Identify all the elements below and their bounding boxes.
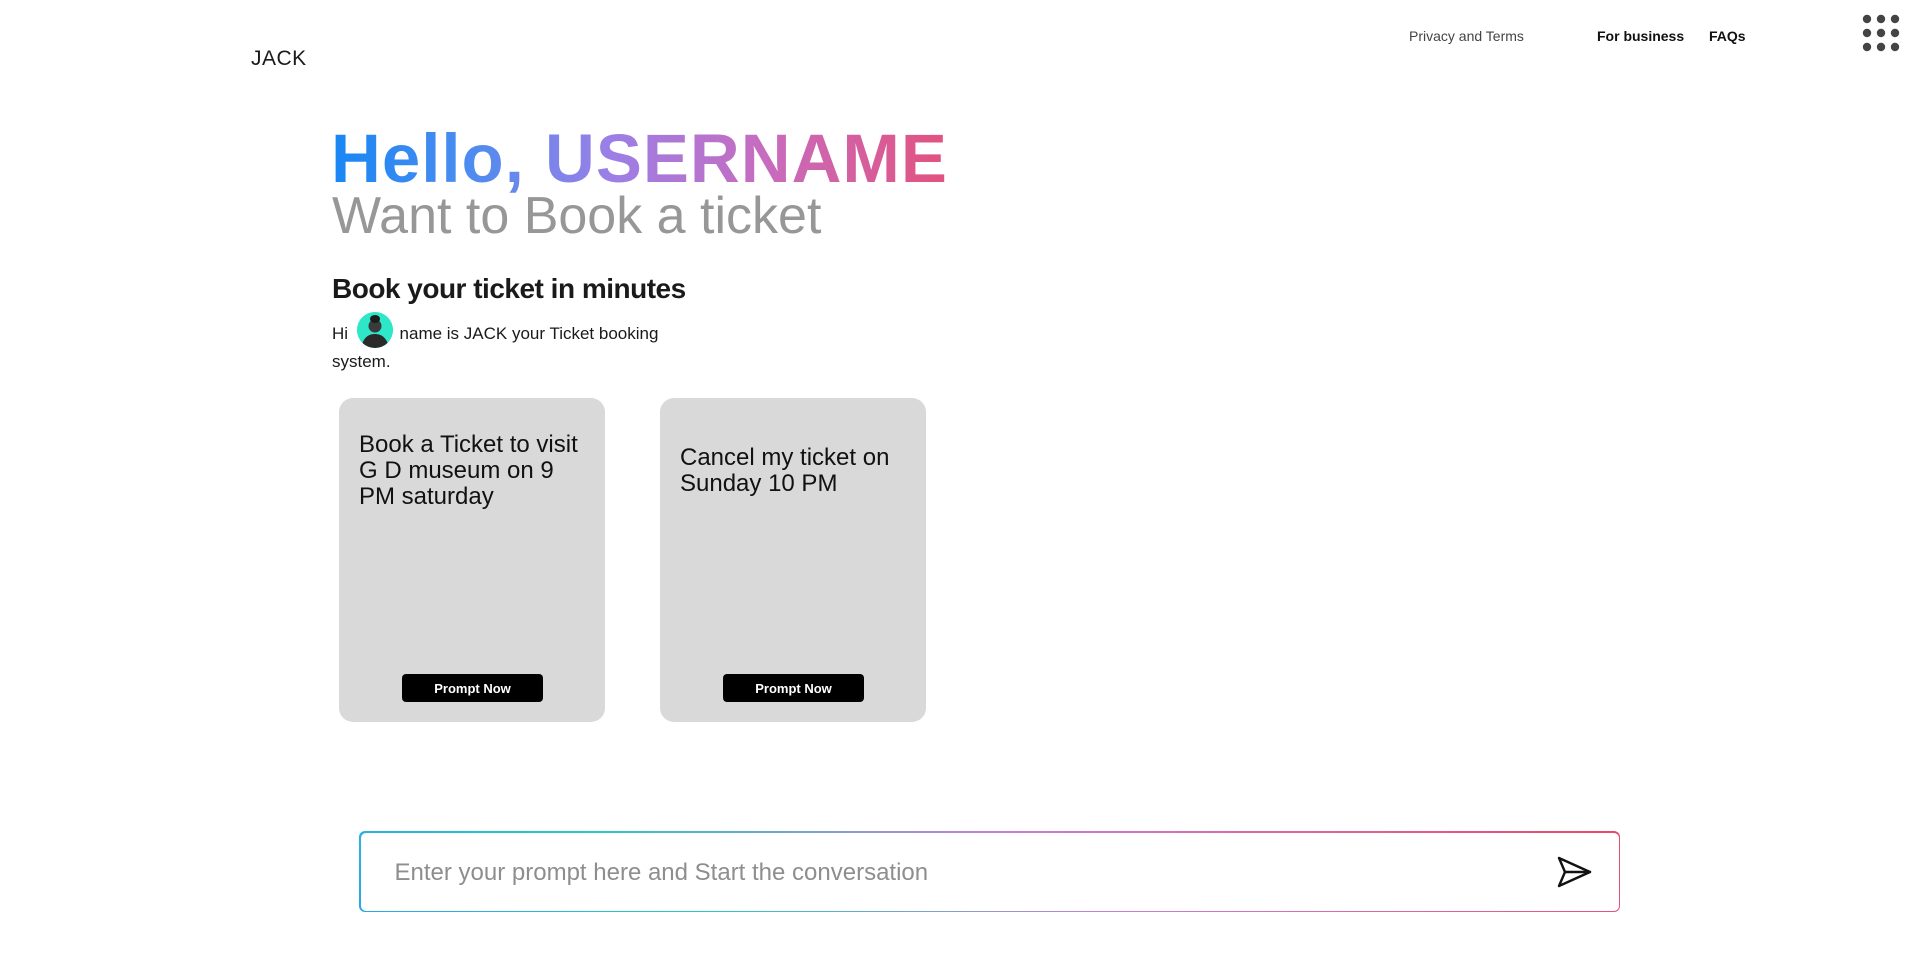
suggestion-card-2[interactable]: Cancel my ticket on Sunday 10 PM Prompt … (660, 398, 926, 722)
suggestion-card-text: Book a Ticket to visit G D museum on 9 P… (359, 431, 578, 510)
prompt-bar (359, 831, 1620, 913)
intro-text: Hi name is JACK your Ticket booking syst… (332, 311, 672, 375)
grid-dots-icon[interactable] (1862, 14, 1900, 52)
prompt-now-button-1[interactable]: Prompt Now (402, 674, 543, 702)
hero-subtitle: Want to Book a ticket (332, 187, 822, 245)
suggestion-card-1[interactable]: Book a Ticket to visit G D museum on 9 P… (339, 398, 605, 722)
page: JACK Privacy and Terms For business FAQs… (0, 0, 1920, 967)
assistant-avatar (356, 311, 393, 348)
prompt-bar-inner (360, 832, 1619, 913)
nav-faqs[interactable]: FAQs (1709, 28, 1746, 44)
section-title: Book your ticket in minutes (332, 273, 686, 304)
nav-for-business[interactable]: For business (1597, 28, 1684, 44)
greeting-heading: Hello, USERNAME (331, 124, 948, 194)
suggestion-card-text: Cancel my ticket on Sunday 10 PM (680, 444, 890, 497)
prompt-input[interactable] (392, 832, 1517, 913)
send-icon[interactable] (1555, 853, 1593, 891)
greeting-text: Hello, USERNAME (331, 120, 948, 197)
brand-logo[interactable]: JACK (251, 47, 307, 71)
prompt-now-button-2[interactable]: Prompt Now (723, 674, 864, 702)
nav-privacy-terms[interactable]: Privacy and Terms (1409, 28, 1524, 44)
intro-text-before: Hi (332, 324, 349, 343)
